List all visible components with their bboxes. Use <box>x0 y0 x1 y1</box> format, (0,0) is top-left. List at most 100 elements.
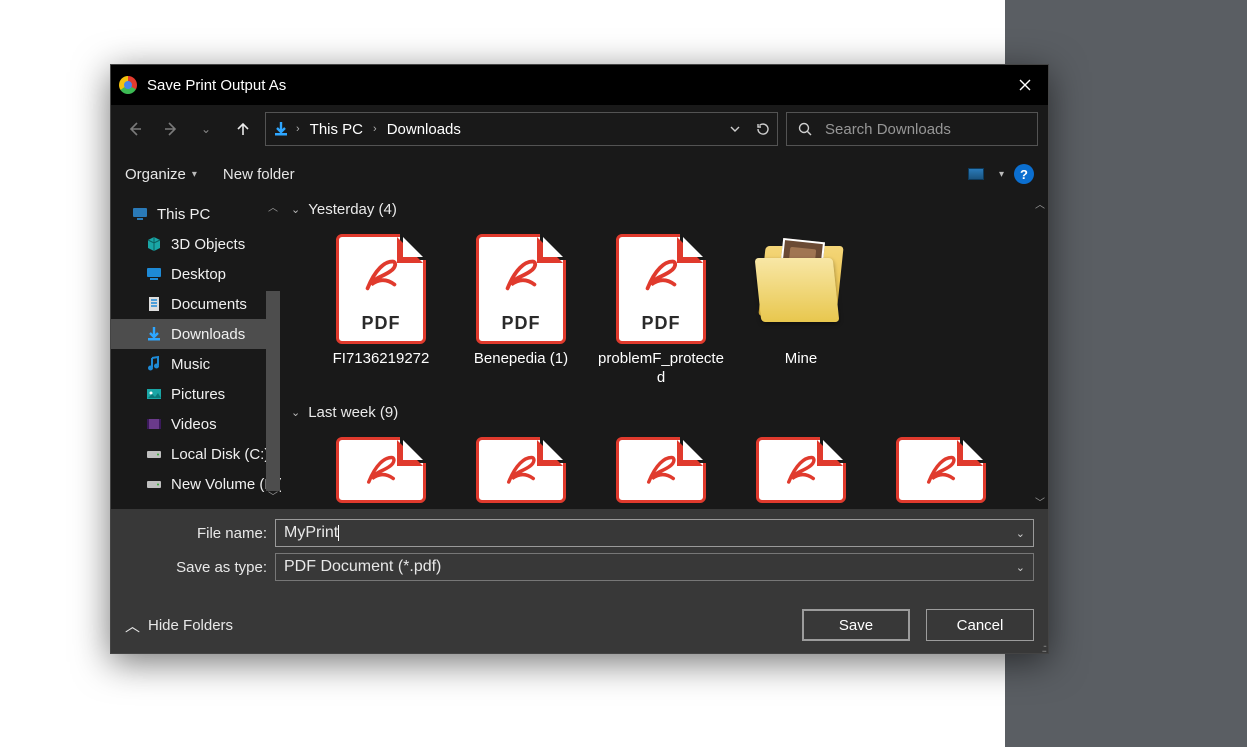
file-item[interactable]: PDF <box>871 431 1011 510</box>
tree-item-music[interactable]: Music <box>111 349 280 379</box>
tree-item-label: This PC <box>157 206 210 223</box>
savetype-value: PDF Document (*.pdf) <box>284 558 441 576</box>
address-dropdown-button[interactable] <box>729 123 741 135</box>
pdf-thumbnail: PDF <box>476 437 566 510</box>
tree-scrollbar-thumb[interactable] <box>266 291 280 491</box>
folder-thumbnail <box>756 234 846 344</box>
tree-item-label: Desktop <box>171 266 226 283</box>
breadcrumb-root[interactable]: This PC <box>306 119 367 140</box>
dialog-title: Save Print Output As <box>147 77 1002 94</box>
tree-item-label: Local Disk (C:) <box>171 446 269 463</box>
tree-item-downloads[interactable]: Downloads <box>111 319 280 349</box>
pdf-thumbnail: PDF <box>756 437 846 510</box>
help-button[interactable]: ? <box>1014 164 1034 184</box>
savetype-field[interactable]: PDF Document (*.pdf) ⌄ <box>275 553 1034 581</box>
search-input[interactable] <box>825 121 1027 138</box>
file-item[interactable]: PDFBenepedia (1) <box>451 228 591 394</box>
breadcrumb-current[interactable]: Downloads <box>383 119 465 140</box>
music-icon <box>145 355 163 373</box>
organize-button[interactable]: Organize <box>125 166 197 183</box>
desktop-icon <box>145 265 163 283</box>
doc-icon <box>145 295 163 313</box>
tree-item-new-volume-d-[interactable]: New Volume (D:) <box>111 469 280 499</box>
savetype-label: Save as type: <box>125 559 267 576</box>
scroll-down-icon[interactable]: ﹀ <box>1032 493 1048 509</box>
refresh-button[interactable] <box>755 121 771 137</box>
videos-icon <box>145 415 163 433</box>
disk-icon <box>145 475 163 493</box>
scroll-up-icon[interactable]: ︿ <box>1032 195 1048 211</box>
group-header-lastweek[interactable]: ⌄ Last week (9) <box>281 398 1048 425</box>
pdf-thumbnail: PDF <box>336 234 426 344</box>
nav-forward-button[interactable] <box>157 115 185 143</box>
tree-item-3d-objects[interactable]: 3D Objects <box>111 229 280 259</box>
group-header-yesterday[interactable]: ⌄ Yesterday (4) <box>281 195 1048 222</box>
pdf-thumbnail: PDF <box>336 437 426 510</box>
cancel-button[interactable]: Cancel <box>926 609 1034 641</box>
filename-label: File name: <box>125 525 267 542</box>
tree-item-documents[interactable]: Documents <box>111 289 280 319</box>
hide-folders-label: Hide Folders <box>148 617 233 634</box>
tree-item-label: Downloads <box>171 326 245 343</box>
file-item[interactable]: PDF FI7136219272 <box>311 228 451 394</box>
group-label: Last week (9) <box>308 404 398 421</box>
dialog-footer: File name: MyPrint ⌄ Save as type: PDF D… <box>111 509 1048 653</box>
view-mode-dropdown[interactable]: ▾ <box>999 169 1004 180</box>
save-button[interactable]: Save <box>802 609 910 641</box>
search-box[interactable] <box>786 112 1038 146</box>
tree-scroll-up-icon[interactable]: ︿ <box>268 199 278 214</box>
search-icon <box>797 121 813 137</box>
hide-folders-button[interactable]: ︿ Hide Folders <box>125 615 233 636</box>
titlebar[interactable]: Save Print Output As <box>111 65 1048 105</box>
nav-back-button[interactable] <box>121 115 149 143</box>
pdf-thumbnail: PDF <box>616 437 706 510</box>
close-button[interactable] <box>1002 65 1048 105</box>
chevron-down-icon: ⌄ <box>291 406 300 419</box>
toolbar: Organize New folder ▾ ? <box>111 153 1048 195</box>
file-item[interactable]: PDF problemF_protected <box>591 228 731 394</box>
folder-tree[interactable]: ︿ This PC 3D Objects Desktop Documents Downl… <box>111 195 281 509</box>
save-as-dialog: Save Print Output As › This PC › Downloa… <box>110 64 1049 654</box>
text-cursor <box>338 525 339 541</box>
disk-icon <box>145 445 163 463</box>
new-folder-button[interactable]: New folder <box>223 166 295 183</box>
address-bar[interactable]: › This PC › Downloads <box>265 112 778 146</box>
file-name-label: FI7136219272 <box>333 350 430 369</box>
tree-item-label: Documents <box>171 296 247 313</box>
crumb-sep-icon: › <box>373 123 377 135</box>
filename-history-dropdown[interactable]: ⌄ <box>1016 527 1025 540</box>
file-list[interactable]: ⌄ Yesterday (4) PDF FI7136219272 PDFBenepe… <box>281 195 1048 509</box>
tree-item-this-pc[interactable]: This PC <box>111 199 280 229</box>
tree-scroll-down-icon[interactable]: ﹀ <box>268 488 278 503</box>
cube-icon <box>145 235 163 253</box>
file-item[interactable]: PDF <box>311 431 451 510</box>
chevron-up-icon: ︿ <box>125 615 140 636</box>
nav-recent-button[interactable] <box>193 115 221 143</box>
file-item[interactable]: PDF <box>451 431 591 510</box>
crumb-sep-icon: › <box>296 123 300 135</box>
tree-item-label: 3D Objects <box>171 236 245 253</box>
download-icon <box>145 325 163 343</box>
pdf-thumbnail: PDF <box>616 234 706 344</box>
pictures-icon <box>145 385 163 403</box>
view-mode-button[interactable] <box>963 163 989 185</box>
file-item[interactable]: Mine <box>731 228 871 394</box>
file-name-label: problemF_protected <box>597 350 725 388</box>
tree-item-local-disk-c-[interactable]: Local Disk (C:) <box>111 439 280 469</box>
filename-value: MyPrint <box>284 524 338 542</box>
chrome-icon <box>119 76 137 94</box>
filename-field[interactable]: MyPrint ⌄ <box>275 519 1034 547</box>
savetype-dropdown[interactable]: ⌄ <box>1016 561 1025 574</box>
tree-item-label: Videos <box>171 416 217 433</box>
navigation-row: › This PC › Downloads <box>111 105 1048 153</box>
file-item[interactable]: PDF <box>731 431 871 510</box>
group-label: Yesterday (4) <box>308 201 397 218</box>
file-name-label: Mine <box>785 350 818 369</box>
tree-item-videos[interactable]: Videos <box>111 409 280 439</box>
file-item[interactable]: PDF <box>591 431 731 510</box>
pc-icon <box>131 205 149 223</box>
nav-up-button[interactable] <box>229 115 257 143</box>
files-scrollbar[interactable]: ︿ ﹀ <box>1032 195 1048 509</box>
tree-item-desktop[interactable]: Desktop <box>111 259 280 289</box>
tree-item-pictures[interactable]: Pictures <box>111 379 280 409</box>
